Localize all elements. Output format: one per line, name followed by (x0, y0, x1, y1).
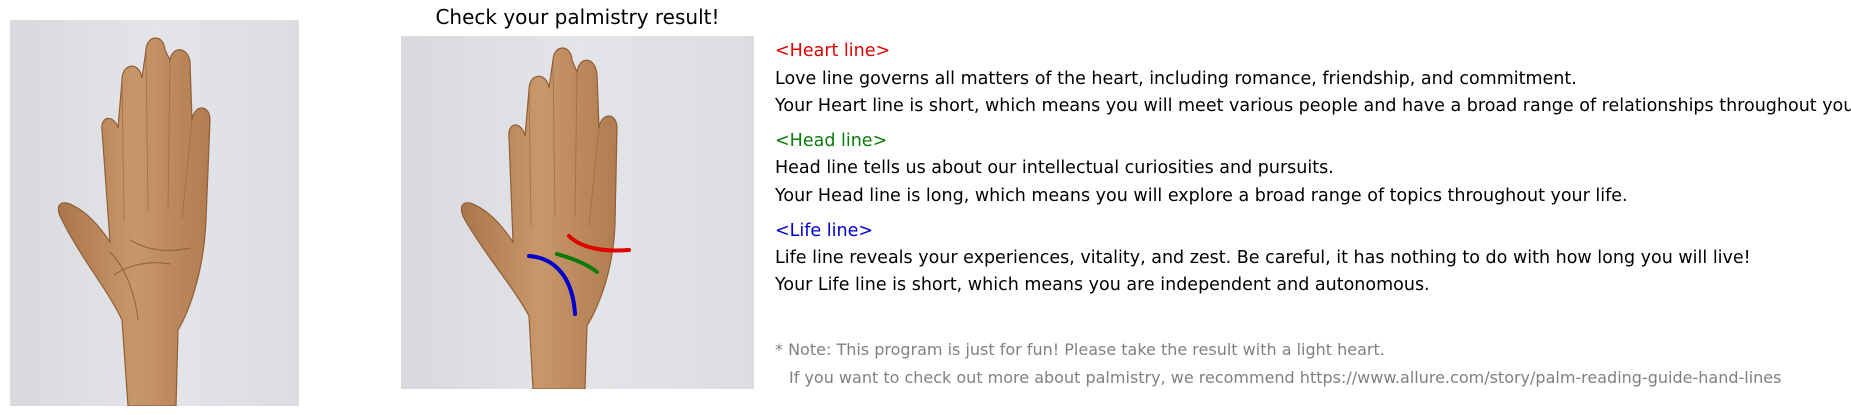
life-line-label: <Life line> (775, 221, 874, 241)
hand-illustration-annotated (460, 47, 631, 389)
life-line-result: Your Life line is short, which means you… (775, 275, 1430, 295)
heart-line-description: Love line governs all matters of the hea… (775, 69, 1577, 89)
heart-line-label: <Heart line> (775, 41, 891, 61)
result-title: Check your palmistry result! (435, 5, 720, 29)
hand-illustration (57, 37, 211, 406)
life-line-description: Life line reveals your experiences, vita… (775, 248, 1751, 268)
annotated-hand-photo (401, 36, 754, 389)
head-line-label: <Head line> (775, 131, 888, 151)
heart-line-result: Your Heart line is short, which means yo… (775, 96, 1851, 116)
head-line-result: Your Head line is long, which means you … (775, 186, 1628, 206)
original-hand-photo (10, 20, 299, 406)
note-reference: If you want to check out more about palm… (789, 368, 1782, 387)
note-disclaimer: * Note: This program is just for fun! Pl… (775, 340, 1385, 359)
head-line-description: Head line tells us about our intellectua… (775, 158, 1334, 178)
